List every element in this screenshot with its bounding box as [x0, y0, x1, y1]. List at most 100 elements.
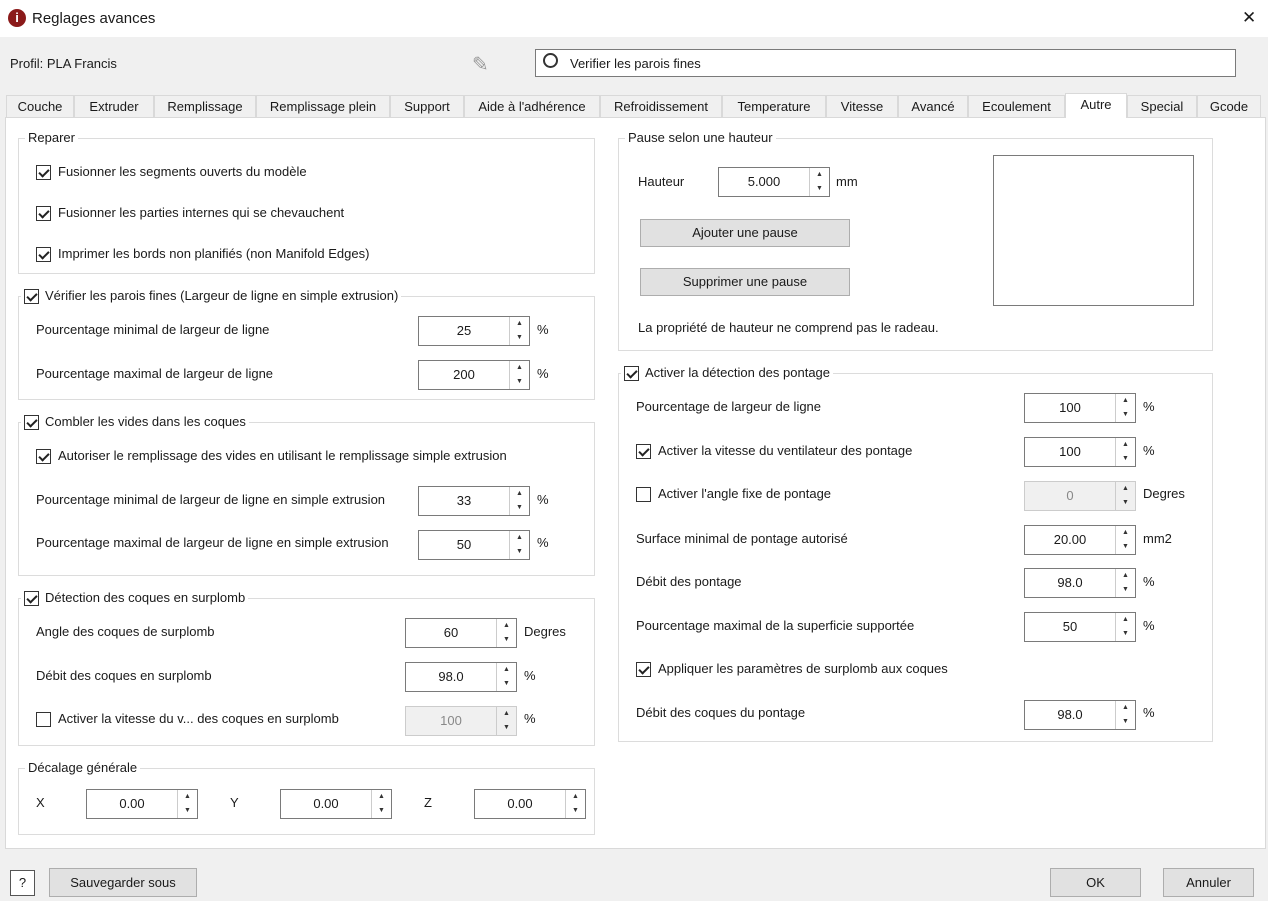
- pontage-superficie-spinbox[interactable]: 50 ▲ ▼: [1024, 612, 1136, 642]
- checkbox-icon[interactable]: [636, 443, 651, 459]
- pontage-fan-spinbox[interactable]: 100 ▲ ▼: [1024, 437, 1136, 467]
- spin-up-icon[interactable]: ▲: [1116, 526, 1135, 540]
- spin-down-icon[interactable]: ▼: [810, 182, 829, 196]
- checkbox-surplomb[interactable]: [24, 590, 39, 606]
- add-pause-button[interactable]: Ajouter une pause: [640, 219, 850, 247]
- pontage-debit-spinbox[interactable]: 98.0 ▲ ▼: [1024, 568, 1136, 598]
- parois-max-spinbox[interactable]: 200 ▲ ▼: [418, 360, 530, 390]
- remove-pause-button[interactable]: Supprimer une pause: [640, 268, 850, 296]
- spin-value: 25: [456, 323, 472, 338]
- checkbox-icon[interactable]: [36, 164, 51, 180]
- offset-x-spinbox[interactable]: 0.00 ▲ ▼: [86, 789, 198, 819]
- search-input[interactable]: Verifier les parois fines: [535, 49, 1236, 77]
- spin-down-icon[interactable]: ▼: [497, 633, 516, 647]
- unit-label: %: [1143, 443, 1155, 458]
- pontage-largeur-spinbox[interactable]: 100 ▲ ▼: [1024, 393, 1136, 423]
- tab-vitesse[interactable]: Vitesse: [826, 95, 898, 118]
- ok-button[interactable]: OK: [1050, 868, 1141, 897]
- spin-down-icon[interactable]: ▼: [510, 501, 529, 515]
- tab-temperature[interactable]: Temperature: [722, 95, 826, 118]
- surplomb-angle-spinbox[interactable]: 60 ▲ ▼: [405, 618, 517, 648]
- spin-down-icon[interactable]: ▼: [510, 545, 529, 559]
- edit-pencil-icon[interactable]: ✎: [472, 52, 489, 77]
- help-button[interactable]: ?: [10, 870, 35, 896]
- spin-down-icon[interactable]: ▼: [566, 804, 585, 818]
- spin-up-icon[interactable]: ▲: [372, 790, 391, 804]
- spin-down-icon[interactable]: ▼: [372, 804, 391, 818]
- z-label: Z: [424, 795, 432, 810]
- checkbox-pontage[interactable]: [624, 365, 639, 381]
- unit-label: %: [1143, 705, 1155, 720]
- checkbox-icon[interactable]: [36, 246, 51, 262]
- spin-down-icon[interactable]: ▼: [1116, 452, 1135, 466]
- spin-down-icon[interactable]: ▼: [497, 677, 516, 691]
- spin-down-icon[interactable]: ▼: [510, 375, 529, 389]
- tab-remplissage-plein[interactable]: Remplissage plein: [256, 95, 390, 118]
- close-icon[interactable]: ✕: [1242, 8, 1256, 28]
- checkbox-surplomb-fan[interactable]: Activer la vitesse du v... des coques en…: [36, 711, 339, 727]
- spin-up-icon: ▲: [1122, 485, 1129, 492]
- spin-up-icon[interactable]: ▲: [1116, 613, 1135, 627]
- spin-down-icon[interactable]: ▼: [510, 331, 529, 345]
- tab-remplissage[interactable]: Remplissage: [154, 95, 256, 118]
- spin-down-icon[interactable]: ▼: [1116, 408, 1135, 422]
- spin-up-icon[interactable]: ▲: [510, 487, 529, 501]
- tab-autre[interactable]: Autre: [1065, 93, 1127, 118]
- spin-up-icon[interactable]: ▲: [1116, 394, 1135, 408]
- spin-down-icon[interactable]: ▼: [1116, 627, 1135, 641]
- combler-max-spinbox[interactable]: 50 ▲ ▼: [418, 530, 530, 560]
- checkbox-appliquer-surplomb[interactable]: Appliquer les paramètres de surplomb aux…: [636, 661, 948, 677]
- spin-up-icon[interactable]: ▲: [1116, 438, 1135, 452]
- spin-up-icon[interactable]: ▲: [510, 317, 529, 331]
- spin-down-icon[interactable]: ▼: [1116, 540, 1135, 554]
- checkbox-icon[interactable]: [36, 448, 51, 464]
- pontage-coques-spinbox[interactable]: 98.0 ▲ ▼: [1024, 700, 1136, 730]
- tab-special[interactable]: Special: [1127, 95, 1197, 118]
- spin-up-icon[interactable]: ▲: [178, 790, 197, 804]
- checkbox-combler-vides[interactable]: [24, 414, 39, 430]
- surplomb-debit-spinbox[interactable]: 98.0 ▲ ▼: [405, 662, 517, 692]
- checkbox-imprimer-bords[interactable]: Imprimer les bords non planifiés (non Ma…: [36, 246, 369, 262]
- checkbox-pontage-angle[interactable]: Activer l'angle fixe de pontage: [636, 486, 831, 502]
- checkbox-label: Autoriser le remplissage des vides en ut…: [58, 448, 507, 463]
- spin-up-icon[interactable]: ▲: [510, 531, 529, 545]
- checkbox-icon[interactable]: [36, 205, 51, 221]
- tab-gcode[interactable]: Gcode: [1197, 95, 1261, 118]
- checkbox-fusionner-segments[interactable]: Fusionner les segments ouverts du modèle: [36, 164, 307, 180]
- checkbox-icon[interactable]: [636, 486, 651, 502]
- cancel-button[interactable]: Annuler: [1163, 868, 1254, 897]
- tab-avance[interactable]: Avancé: [898, 95, 968, 118]
- spin-up-icon[interactable]: ▲: [510, 361, 529, 375]
- checkbox-autoriser-remplissage[interactable]: Autoriser le remplissage des vides en ut…: [36, 448, 507, 464]
- checkbox-parois-fines[interactable]: [24, 288, 39, 304]
- spin-down-icon[interactable]: ▼: [178, 804, 197, 818]
- spin-up-icon[interactable]: ▲: [810, 168, 829, 182]
- parois-min-spinbox[interactable]: 25 ▲ ▼: [418, 316, 530, 346]
- checkbox-icon[interactable]: [36, 711, 51, 727]
- pause-list[interactable]: [993, 155, 1194, 306]
- spin-up-icon[interactable]: ▲: [1116, 569, 1135, 583]
- tab-extruder[interactable]: Extruder: [74, 95, 154, 118]
- spin-down-icon[interactable]: ▼: [1116, 583, 1135, 597]
- spin-down-icon[interactable]: ▼: [1116, 715, 1135, 729]
- checkbox-icon[interactable]: [636, 661, 651, 677]
- spin-up-icon[interactable]: ▲: [497, 663, 516, 677]
- tab-aide-adherence[interactable]: Aide à l'adhérence: [464, 95, 600, 118]
- spin-value: 0: [1066, 488, 1074, 503]
- tab-refroidissement[interactable]: Refroidissement: [600, 95, 722, 118]
- combler-min-spinbox[interactable]: 33 ▲ ▼: [418, 486, 530, 516]
- spin-up-icon[interactable]: ▲: [1116, 701, 1135, 715]
- checkbox-fusionner-parties[interactable]: Fusionner les parties internes qui se ch…: [36, 205, 344, 221]
- hauteur-spinbox[interactable]: 5.000 ▲ ▼: [718, 167, 830, 197]
- tab-support[interactable]: Support: [390, 95, 464, 118]
- tab-ecoulement[interactable]: Ecoulement: [968, 95, 1065, 118]
- checkbox-pontage-fan[interactable]: Activer la vitesse du ventilateur des po…: [636, 443, 912, 459]
- pontage-surface-spinbox[interactable]: 20.00 ▲ ▼: [1024, 525, 1136, 555]
- tab-couche[interactable]: Couche: [6, 95, 74, 118]
- checkbox-label: Fusionner les segments ouverts du modèle: [58, 164, 307, 179]
- spin-up-icon[interactable]: ▲: [566, 790, 585, 804]
- offset-y-spinbox[interactable]: 0.00 ▲ ▼: [280, 789, 392, 819]
- offset-z-spinbox[interactable]: 0.00 ▲ ▼: [474, 789, 586, 819]
- save-as-button[interactable]: Sauvegarder sous: [49, 868, 197, 897]
- spin-up-icon[interactable]: ▲: [497, 619, 516, 633]
